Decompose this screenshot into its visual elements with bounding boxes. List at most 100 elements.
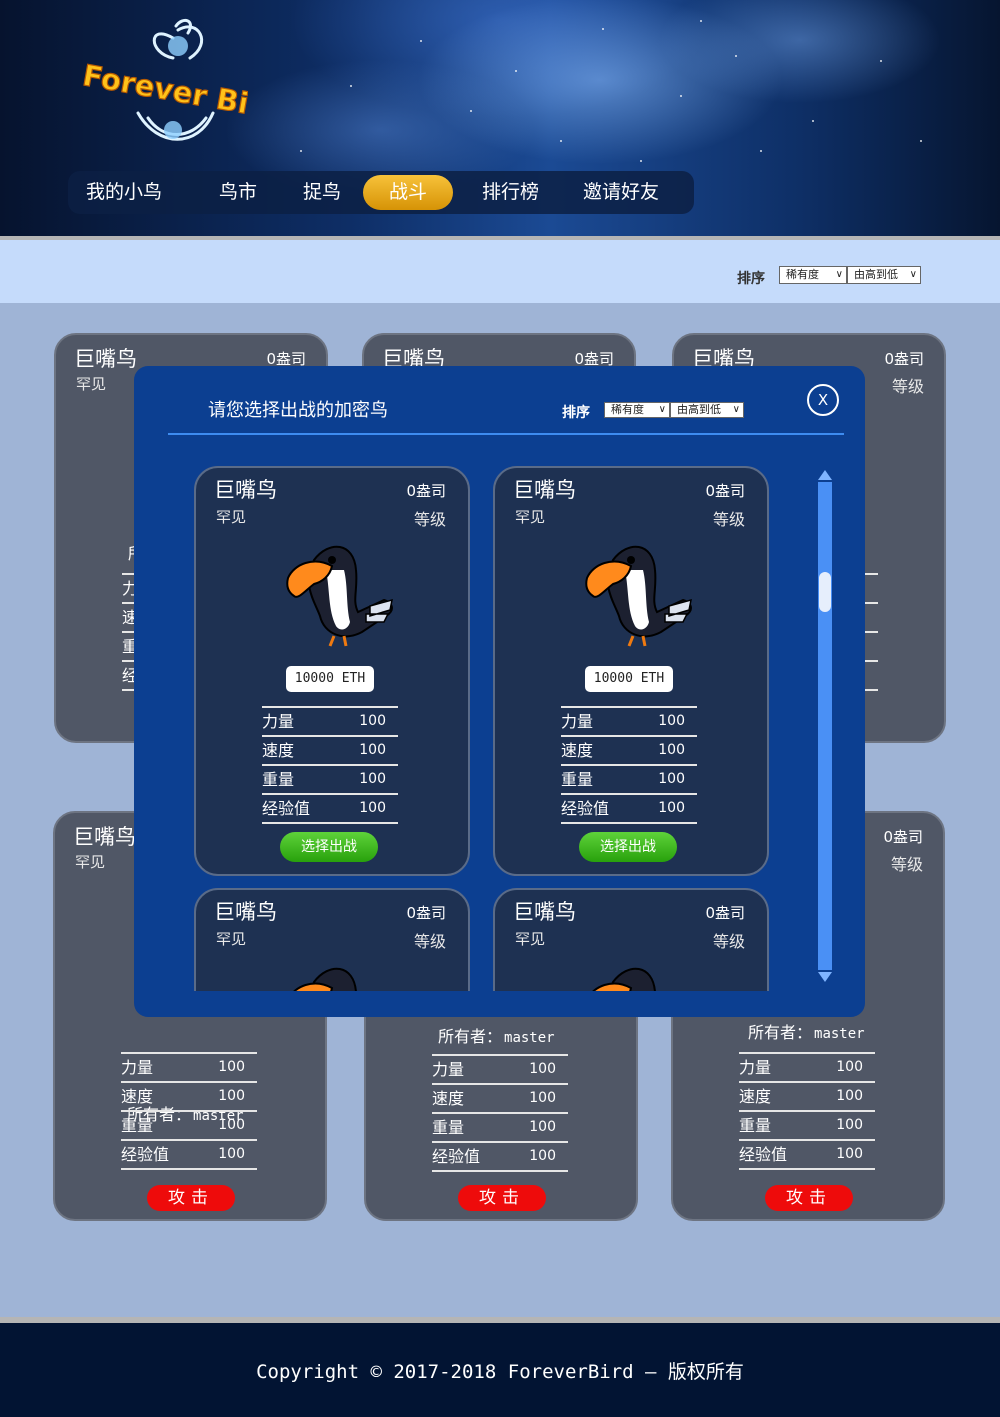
stat-label: 经验值 — [121, 1145, 170, 1164]
eth-price-tag: 10000 ETH — [585, 666, 673, 692]
close-button[interactable]: X — [807, 384, 839, 416]
stat-label: 经验值 — [432, 1147, 481, 1166]
modal-sort-order-select[interactable]: 由高到低 ∨ — [670, 402, 744, 418]
svg-text:Forever Bird: Forever Bird — [80, 58, 248, 127]
bird-owner: 所有者： master — [748, 1019, 865, 1043]
bird-rarity: 罕见 — [216, 508, 247, 526]
attack-button[interactable]: 攻击 — [765, 1185, 853, 1211]
toucan-image — [585, 545, 692, 647]
bird-name: 巨嘴鸟 — [513, 900, 576, 924]
stat-label: 速度 — [561, 741, 594, 760]
nav-bird-market[interactable]: 鸟市 — [219, 171, 257, 214]
bird-rarity: 罕见 — [515, 930, 546, 948]
stat-value: 100 — [836, 1146, 863, 1162]
sort-label: 排序 — [737, 271, 765, 287]
nav-battle[interactable]: 战斗 — [363, 175, 453, 210]
nav-leaderboard[interactable]: 排行榜 — [482, 171, 539, 214]
owner-label: 所有者： — [438, 1027, 503, 1046]
nav-invite-friends[interactable]: 邀请好友 — [583, 171, 659, 214]
attack-button[interactable]: 攻击 — [147, 1185, 235, 1211]
stat-row: 速度 100 — [262, 737, 398, 766]
stat-label: 速度 — [121, 1087, 154, 1106]
modal-sort-field-select[interactable]: 稀有度 ∨ — [604, 402, 670, 418]
bird-price: 0盎司 — [705, 904, 745, 922]
stat-row: 速度 100 — [121, 1083, 257, 1112]
bird-price: 0盎司 — [705, 482, 745, 500]
modal-bird-list: 巨嘴鸟 0盎司 罕见 等级 10000 ETH 力量 100 速度 100 重量 10… — [134, 466, 814, 991]
toucan-image — [592, 967, 656, 991]
stat-value: 100 — [529, 1090, 556, 1106]
modal-sort-field-value: 稀有度 — [611, 403, 644, 416]
stat-value: 100 — [359, 771, 386, 787]
stat-value: 100 — [359, 742, 386, 758]
copyright-text: Copyright © 2017-2018 ForeverBird — 版权所有 — [256, 1361, 744, 1383]
chevron-down-icon: ∨ — [658, 404, 666, 415]
bird-name: 巨嘴鸟 — [214, 478, 277, 502]
bird-name: 巨嘴鸟 — [214, 900, 277, 924]
modal-divider — [168, 433, 844, 435]
nav-catch-bird[interactable]: 捉鸟 — [303, 171, 341, 214]
modal-bird-card: 巨嘴鸟 0盎司 罕见 等级 10000 ETH 力量 100 速度 100 重量 10… — [194, 466, 470, 876]
sort-field-select[interactable]: 稀有度 ∨ — [779, 266, 847, 284]
bird-name: 巨嘴鸟 — [513, 478, 576, 502]
modal-bird-card: 巨嘴鸟 0盎司 罕见 等级 — [194, 888, 470, 991]
stat-label: 速度 — [432, 1089, 465, 1108]
stat-row: 力量 100 — [561, 708, 697, 737]
modal-scrollbar[interactable] — [818, 470, 832, 982]
attack-button[interactable]: 攻击 — [458, 1185, 546, 1211]
header-banner: Forever Bird 我的小鸟 鸟市 捉鸟 战斗 排行榜 邀请好友 — [0, 0, 1000, 236]
stat-row: 经验值 100 — [432, 1143, 568, 1172]
stat-label: 重量 — [262, 770, 295, 789]
modal-bird-card: 巨嘴鸟 0盎司 罕见 等级 10000 ETH 力量 100 速度 100 重量 10… — [493, 466, 769, 876]
nav-my-birds[interactable]: 我的小鸟 — [86, 171, 162, 214]
modal-sort-order-value: 由高到低 — [677, 403, 721, 416]
bird-price: 0盎司 — [406, 482, 446, 500]
forever-bird-logo[interactable]: Forever Bird — [78, 18, 248, 158]
stat-value: 100 — [529, 1119, 556, 1135]
select-for-battle-button[interactable]: 选择出战 — [280, 832, 378, 862]
stat-row: 力量 100 — [739, 1054, 875, 1083]
toucan-image — [293, 967, 357, 991]
scroll-down-arrow-icon[interactable] — [818, 972, 832, 982]
stat-row: 力量 100 — [432, 1056, 568, 1085]
bird-level: 等级 — [413, 932, 446, 951]
stat-label: 力量 — [432, 1060, 465, 1079]
sort-field-value: 稀有度 — [786, 268, 819, 281]
scrollbar-thumb[interactable] — [819, 572, 831, 612]
stat-label: 力量 — [561, 712, 594, 731]
scrollbar-track[interactable] — [818, 482, 832, 970]
footer: Copyright © 2017-2018 ForeverBird — 版权所有 — [0, 1317, 1000, 1417]
scroll-up-arrow-icon[interactable] — [818, 470, 832, 480]
stat-label: 重量 — [561, 770, 594, 789]
stat-row: 重量 100 — [121, 1112, 257, 1141]
stat-value: 100 — [359, 713, 386, 729]
stat-row: 经验值 100 — [739, 1141, 875, 1170]
bird-name: 巨嘴鸟 — [73, 825, 136, 849]
stat-value: 100 — [658, 771, 685, 787]
stat-value: 100 — [658, 742, 685, 758]
modal-sort-label: 排序 — [562, 405, 590, 421]
stat-value: 100 — [836, 1088, 863, 1104]
bird-rarity: 罕见 — [515, 508, 546, 526]
chevron-down-icon: ∨ — [909, 269, 917, 280]
stat-label: 速度 — [262, 741, 295, 760]
stat-value: 100 — [836, 1117, 863, 1133]
stat-row: 重量 100 — [432, 1114, 568, 1143]
owner-name: master — [504, 1030, 555, 1046]
stat-row: 力量 100 — [121, 1054, 257, 1083]
stat-label: 经验值 — [561, 799, 610, 818]
stat-value: 100 — [218, 1117, 245, 1133]
owner-name: master — [814, 1026, 865, 1042]
modal-title: 请您选择出战的加密鸟 — [208, 400, 388, 421]
bird-level: 等级 — [891, 377, 924, 396]
stat-label: 力量 — [121, 1058, 154, 1077]
bird-owner: 所有者： master — [438, 1023, 555, 1047]
chevron-down-icon: ∨ — [732, 404, 740, 415]
stat-label: 重量 — [121, 1116, 154, 1135]
select-for-battle-button[interactable]: 选择出战 — [579, 832, 677, 862]
bird-stats: 力量 100 速度 100 重量 100 经验值 100 — [121, 1052, 257, 1170]
bird-level: 等级 — [890, 855, 923, 874]
owner-label: 所有者： — [748, 1023, 813, 1042]
sort-order-select[interactable]: 由高到低 ∨ — [847, 266, 921, 284]
stat-row: 重量 100 — [561, 766, 697, 795]
